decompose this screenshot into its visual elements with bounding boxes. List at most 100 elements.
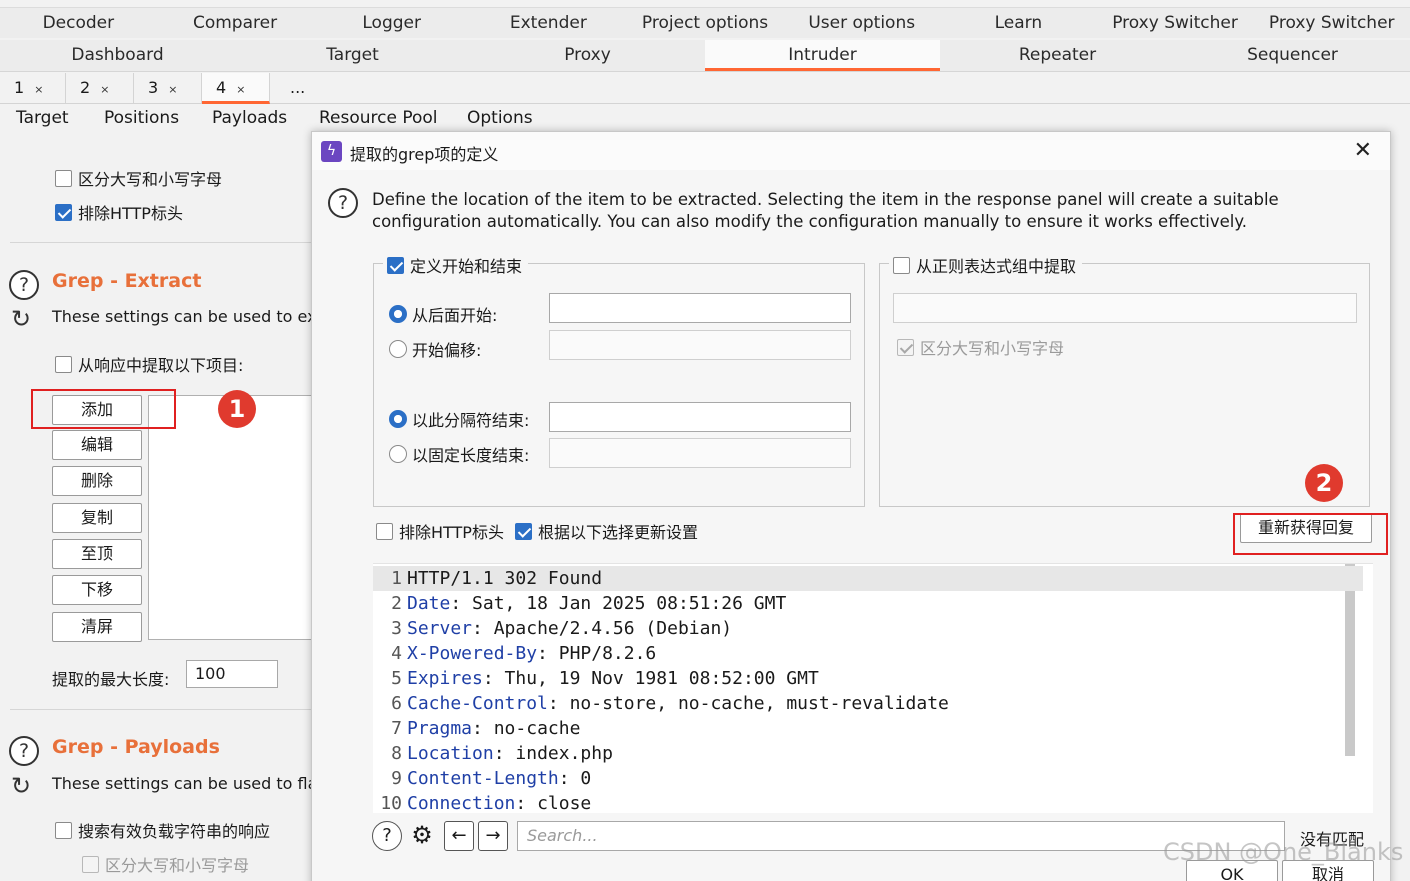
help-icon[interactable]: ? [9,736,39,766]
regex-case-sensitive-checkbox[interactable]: 区分大写和小写字母 [897,335,1064,359]
grep-payloads-title: Grep - Payloads [52,736,220,758]
tab-proxy-switcher[interactable]: Proxy Switcher [1097,8,1254,38]
max-length-label: 提取的最大长度: [52,670,170,689]
move-down-button[interactable]: 下移 [52,575,142,605]
end-fixed-length-input[interactable] [549,438,851,468]
tab-proxy-switcher-2[interactable]: Proxy Switcher [1253,8,1410,38]
copy-button[interactable]: 复制 [52,503,142,533]
dialog-exclude-headers-checkbox[interactable]: 排除HTTP标头 [376,519,504,543]
case-sensitive-label: 区分大写和小写字母 [78,170,223,189]
tab-dashboard[interactable]: Dashboard [0,40,235,71]
attack-tab-2[interactable]: 2 × [66,73,134,104]
extract-items-list[interactable] [148,395,318,640]
checkbox-box[interactable] [897,338,914,356]
checkbox-box[interactable] [55,203,72,221]
search-payload-checkbox[interactable]: 搜索有效负载字符串的响应 [55,818,270,842]
tab-learn[interactable]: Learn [940,8,1097,38]
case-sensitive-2-checkbox[interactable]: 区分大写和小写字母 [82,852,249,876]
grep-extract-dialog: ϟ 提取的grep项的定义 ✕ ? Define the location of… [311,131,1391,881]
tab-target[interactable]: Target [235,40,470,71]
watermark: CSDN @One_Blanks [1163,838,1404,866]
checkbox-box[interactable] [387,256,404,274]
refresh-icon[interactable]: ↻ [11,772,31,800]
tab-comparer[interactable]: Comparer [157,8,314,38]
arrow-right-icon[interactable]: → [478,821,508,851]
start-offset-radio[interactable]: 开始偏移: [389,337,481,361]
response-panel[interactable]: 1 HTTP/1.1 302 Found 2 Date: Sat, 18 Jan 2… [373,563,1373,814]
checkbox-box[interactable] [515,522,532,540]
line-key: Connection [407,793,516,814]
checkbox-box[interactable] [893,256,910,274]
line-key: Content-Length [407,768,559,789]
update-config-checkbox[interactable]: 根据以下选择更新设置 [515,519,698,543]
tab-resource-pool[interactable]: Resource Pool [319,108,438,128]
tab-intruder[interactable]: Intruder [705,40,940,71]
define-start-end-checkbox[interactable]: 定义开始和结束 [383,253,529,277]
line-number: 6 [391,693,402,714]
arrow-left-icon[interactable]: ← [444,821,474,851]
radio-dot[interactable] [389,305,407,323]
delete-button[interactable]: 删除 [52,466,142,496]
extract-items-checkbox[interactable]: 从响应中提取以下项目: [55,352,243,376]
tab-decoder[interactable]: Decoder [0,8,157,38]
tab-payloads[interactable]: Payloads [212,108,287,128]
help-icon[interactable]: ? [372,821,402,851]
close-icon[interactable]: ✕ [1354,138,1372,163]
radio-dot[interactable] [389,410,407,428]
attack-tab-new[interactable]: ... [270,73,330,104]
tab-extender[interactable]: Extender [470,8,627,38]
start-offset-input[interactable] [549,330,851,360]
end-delimiter-radio[interactable]: 以此分隔符结束: [389,407,529,431]
line-number: 10 [380,793,402,814]
tab-positions[interactable]: Positions [104,108,179,128]
attack-tab-1[interactable]: 1 × [0,73,66,104]
line-number: 7 [391,718,402,739]
gear-icon[interactable]: ⚙ [407,821,437,851]
help-icon[interactable]: ? [9,270,39,300]
line-sep: : [482,668,505,689]
end-delimiter-input[interactable] [549,402,851,432]
extract-regex-checkbox[interactable]: 从正则表达式组中提取 [889,253,1083,277]
case-sensitive-checkbox[interactable]: 区分大写和小写字母 [55,166,222,190]
clear-button[interactable]: 清屏 [52,612,142,642]
tab-sequencer[interactable]: Sequencer [1175,40,1410,71]
move-top-button[interactable]: 至顶 [52,539,142,569]
tab-options[interactable]: Options [467,108,533,128]
help-icon[interactable]: ? [328,188,358,218]
start-after-input[interactable] [549,293,851,323]
max-length-input[interactable]: 100 [186,660,278,688]
close-icon[interactable]: × [168,83,177,96]
start-after-radio[interactable]: 从后面开始: [389,302,497,326]
refresh-icon[interactable]: ↻ [11,305,31,333]
response-line: 5 Expires: Thu, 19 Nov 1981 08:52:00 GMT [373,666,1363,691]
regex-input[interactable] [893,293,1357,323]
checkbox-box[interactable] [82,855,99,873]
radio-dot[interactable] [389,445,407,463]
attack-tab-4[interactable]: 4 × [202,73,270,104]
edit-button[interactable]: 编辑 [52,430,142,460]
tab-proxy[interactable]: Proxy [470,40,705,71]
tab-user-options[interactable]: User options [783,8,940,38]
tab-logger[interactable]: Logger [313,8,470,38]
checkbox-box[interactable] [55,169,72,187]
checkbox-box[interactable] [376,522,393,540]
extract-regex-label: 从正则表达式组中提取 [916,257,1077,276]
radio-dot[interactable] [389,340,407,358]
line-key: X-Powered-By [407,643,538,664]
tab-project-options[interactable]: Project options [627,8,784,38]
close-icon[interactable]: × [100,83,109,96]
line-number: 2 [391,593,402,614]
tab-repeater[interactable]: Repeater [940,40,1175,71]
checkbox-box[interactable] [55,821,72,839]
checkbox-box[interactable] [55,355,72,373]
tab-target-config[interactable]: Target [16,108,69,128]
exclude-headers-checkbox[interactable]: 排除HTTP标头 [55,200,183,224]
close-icon[interactable]: × [34,83,43,96]
end-fixed-length-radio[interactable]: 以固定长度结束: [389,442,529,466]
line-key: Cache-Control [407,693,548,714]
close-icon[interactable]: × [236,83,245,96]
attack-tab-3[interactable]: 3 × [134,73,202,104]
response-line: 2 Date: Sat, 18 Jan 2025 08:51:26 GMT [373,591,1363,616]
search-payload-label: 搜索有效负载字符串的响应 [78,822,271,841]
attack-config-tabs: Target Positions Payloads Resource Pool … [0,104,1410,134]
